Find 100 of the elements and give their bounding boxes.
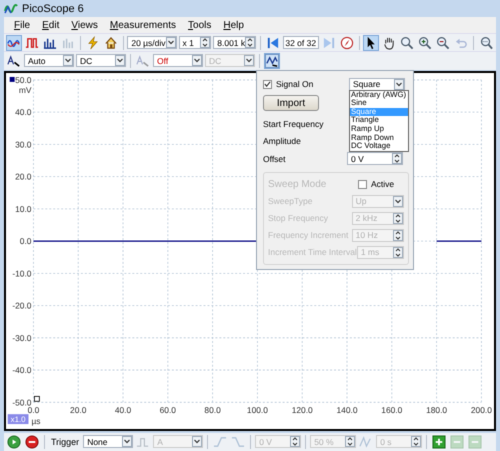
dropdown[interactable]: Off (153, 54, 203, 68)
tick-label: 20.0 (70, 404, 86, 415)
play-icon (7, 434, 21, 449)
caret-icon (393, 196, 403, 207)
caret-icon (394, 78, 404, 90)
signal-generator-button[interactable] (264, 52, 280, 69)
spinner-icon (393, 212, 403, 224)
tick-label: 200.0 (470, 404, 492, 415)
spinner-icon (392, 153, 402, 164)
tick-label: 160.0 (381, 404, 402, 415)
tick-label: 40.0 (15, 106, 32, 117)
field-label: Increment Time Interval (268, 247, 357, 258)
spinner-icon (411, 436, 422, 448)
tick-label: 10.0 (15, 203, 32, 214)
field-label: SweepType (268, 196, 314, 206)
home-icon (104, 36, 118, 50)
spinner-icon (393, 230, 403, 241)
app-icon (4, 2, 18, 15)
field-label: Offset (263, 154, 287, 164)
caret-icon (166, 37, 176, 48)
axis-label: mV (18, 84, 32, 94)
zoom-out-button[interactable] (435, 34, 452, 51)
checkbox[interactable] (263, 80, 272, 89)
tick-label: 180.0 (426, 404, 448, 415)
skip-back-icon (266, 36, 280, 50)
checkbox-label: Active (371, 179, 394, 190)
spin-field[interactable]: 0 V (347, 152, 403, 166)
home-button[interactable] (102, 34, 119, 51)
tick-label: 20.0 (15, 171, 32, 182)
pulse-icon (25, 36, 39, 50)
compass-button[interactable] (338, 34, 355, 51)
caret-icon (122, 436, 132, 448)
axis-label: µs (31, 416, 40, 426)
stop-button[interactable] (24, 434, 40, 450)
delay-icon (359, 434, 374, 449)
dropdown[interactable]: Auto (24, 54, 74, 68)
field-label: Amplitude (263, 136, 302, 146)
tick-label: 100.0 (246, 404, 268, 415)
channel-icon (136, 54, 150, 68)
caret-icon (192, 436, 202, 448)
ruler-handle-icon (34, 396, 40, 402)
rising-edge-icon (213, 434, 228, 449)
field-label: Stop Frequency (268, 213, 330, 224)
toolbar-label: Trigger (50, 436, 80, 447)
zoom-button[interactable] (399, 34, 416, 51)
tick-label: 50.0 (15, 74, 32, 85)
dropdown[interactable]: 20 µs/div (127, 36, 177, 50)
caret-icon (63, 55, 73, 66)
tick-label: -50.0 (12, 396, 32, 407)
tick-label: -30.0 (12, 332, 32, 342)
tick-label: 40.0 (114, 404, 132, 415)
spinner-icon (200, 37, 210, 48)
caret-icon (244, 55, 254, 66)
stop-icon (25, 434, 39, 449)
remove-icon (468, 434, 482, 449)
zoom-in-button[interactable] (417, 34, 434, 51)
add-button[interactable] (431, 434, 448, 450)
menu-item[interactable]: Tools (184, 20, 220, 31)
spinner-icon (393, 246, 403, 258)
skip-forward-icon (322, 36, 336, 50)
caret-icon (115, 55, 125, 66)
tick-label: 80.0 (204, 404, 221, 415)
tick-label: 0.0 (28, 404, 40, 415)
tick-label: -20.0 (12, 300, 32, 310)
menu-item[interactable]: Measurements (106, 20, 184, 31)
window-title: PicoScope 6 (22, 2, 84, 15)
spinner-icon (290, 436, 300, 448)
field-label: Start Frequency (263, 118, 324, 129)
menu-item[interactable]: Edit (38, 20, 68, 31)
falling-edge-icon (231, 434, 246, 449)
pointer-button[interactable] (363, 34, 380, 51)
menu-item[interactable]: Views (67, 20, 106, 31)
remove-icon (450, 434, 464, 449)
spinner-icon (345, 436, 356, 448)
spin-field[interactable]: 8.001 k (213, 36, 256, 50)
tick-label: 60.0 (160, 404, 176, 415)
tick-label: -10.0 (12, 268, 32, 278)
import-button[interactable]: Import (263, 95, 319, 111)
dropdown[interactable]: Square (349, 78, 405, 91)
checkbox-label: Signal On (276, 79, 314, 90)
signal-generator-icon (265, 54, 279, 68)
spinner-icon (245, 37, 256, 48)
menu-item[interactable]: File (10, 20, 38, 31)
menu-item[interactable]: Help (219, 20, 252, 31)
field-label: Frequency Increment (268, 230, 350, 240)
tick-label: 140.0 (336, 404, 358, 415)
waveform-button[interactable] (6, 34, 22, 51)
spin-field[interactable]: x 1 (178, 36, 212, 50)
tick-label: -40.0 (12, 364, 32, 375)
zoom-badge: x1.0 (8, 414, 28, 424)
dropdown[interactable]: DC (76, 54, 126, 68)
group-title: Sweep Mode (268, 178, 328, 190)
play-button[interactable] (6, 434, 22, 450)
compass-icon (340, 36, 354, 50)
channel-icon (7, 54, 21, 68)
checkmark-icon (264, 80, 271, 88)
input-field[interactable]: 32 of 32 (282, 36, 319, 50)
add-icon (432, 434, 446, 449)
dropdown[interactable]: None (83, 435, 134, 448)
tick-label: 0.0 (20, 236, 32, 246)
